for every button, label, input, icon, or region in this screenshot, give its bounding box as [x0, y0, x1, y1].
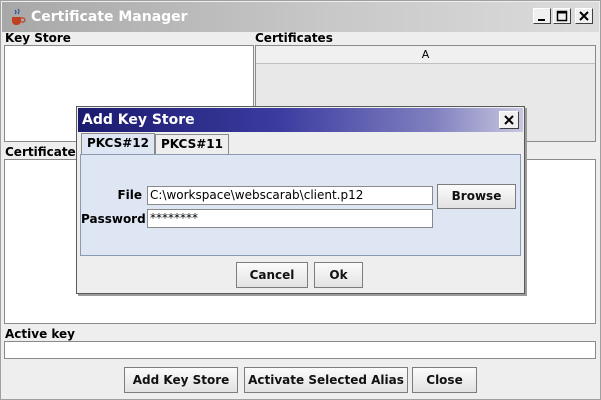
ok-button[interactable]: Ok	[314, 262, 363, 288]
file-label: File	[117, 188, 142, 202]
password-field[interactable]: ********	[147, 209, 433, 228]
close-icon	[579, 11, 589, 21]
add-key-store-button[interactable]: Add Key Store	[124, 367, 238, 393]
certificates-column-header[interactable]: A	[256, 46, 595, 64]
key-store-label: Key Store	[5, 31, 71, 45]
minimize-button[interactable]	[533, 8, 551, 24]
dialog-close-button[interactable]	[499, 111, 519, 129]
add-key-store-dialog: Add Key Store PKCS#12 PKCS#11 File C:\wo…	[76, 106, 525, 294]
maximize-button[interactable]	[553, 8, 571, 24]
maximize-icon	[556, 10, 568, 22]
cancel-button[interactable]: Cancel	[236, 262, 308, 288]
tab-pkcs11[interactable]: PKCS#11	[155, 134, 229, 154]
pkcs12-tab-panel: File C:\workspace\webscarab\client.p12 B…	[80, 154, 521, 256]
window-titlebar[interactable]: Certificate Manager	[2, 2, 599, 32]
close-window-button[interactable]	[575, 8, 593, 24]
minimize-icon	[538, 19, 545, 21]
activate-selected-alias-button[interactable]: Activate Selected Alias	[244, 367, 408, 393]
file-path-field[interactable]: C:\workspace\webscarab\client.p12	[147, 186, 433, 205]
dialog-title: Add Key Store	[82, 112, 195, 128]
java-cup-icon	[8, 8, 26, 26]
password-label: Password	[81, 212, 146, 226]
dialog-titlebar[interactable]: Add Key Store	[78, 108, 523, 132]
close-icon	[504, 115, 514, 125]
close-button[interactable]: Close	[412, 367, 477, 393]
tab-pkcs12[interactable]: PKCS#12	[81, 133, 155, 155]
certificates-label: Certificates	[255, 31, 333, 45]
active-key-label: Active key	[5, 327, 76, 341]
window-title: Certificate Manager	[31, 9, 188, 25]
active-key-field[interactable]	[4, 341, 596, 359]
browse-button[interactable]: Browse	[437, 184, 516, 209]
